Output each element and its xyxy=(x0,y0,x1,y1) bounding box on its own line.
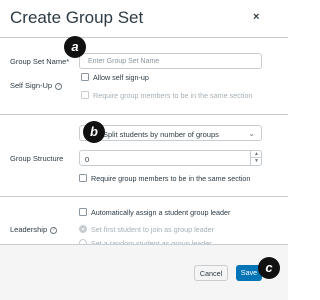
allow-self-signup-label: Allow self sign-up xyxy=(93,73,149,82)
require-same-section-checkbox-structure[interactable] xyxy=(79,174,87,182)
auto-assign-leader-checkbox[interactable] xyxy=(79,208,87,216)
group-structure-label: Group Structure xyxy=(10,154,64,163)
help-circle-icon[interactable]: ? xyxy=(55,82,63,90)
group-count-input[interactable]: 0 ▲ ▼ xyxy=(79,150,262,166)
section-divider-2 xyxy=(0,196,288,197)
chevron-down-icon[interactable]: ▼ xyxy=(251,158,262,165)
cancel-button[interactable]: Cancel xyxy=(194,265,228,281)
require-same-section-label-structure: Require group members to be in the same … xyxy=(91,174,251,183)
require-same-section-checkbox-signup[interactable] xyxy=(81,91,89,99)
group-count-value: 0 xyxy=(85,154,90,164)
self-signup-label-text: Self Sign-Up xyxy=(10,81,53,90)
group-set-name-label: Group Set Name* xyxy=(10,57,70,66)
annotation-marker-a: a xyxy=(64,36,86,58)
header-divider xyxy=(0,37,288,38)
leader-first-radio[interactable] xyxy=(79,225,87,233)
create-group-set-dialog: Create Group Set × Group Set Name* Enter… xyxy=(0,0,288,300)
leadership-label: Leadership? xyxy=(10,225,58,234)
group-set-name-placeholder: Enter Group Set Name xyxy=(88,58,160,65)
dialog-title: Create Group Set xyxy=(10,8,144,27)
chevron-up-icon[interactable]: ▲ xyxy=(251,151,262,158)
auto-assign-leader-label: Automatically assign a student group lea… xyxy=(91,208,231,217)
group-set-name-input[interactable]: Enter Group Set Name xyxy=(79,53,262,69)
leadership-label-text: Leadership xyxy=(10,225,48,234)
chevron-down-icon: ⌄ xyxy=(248,129,255,138)
leader-first-label: Set first student to join as group leade… xyxy=(91,225,215,234)
require-same-section-label-signup: Require group members to be in the same … xyxy=(93,91,253,100)
annotation-marker-c: c xyxy=(258,257,280,279)
allow-self-signup-checkbox[interactable] xyxy=(81,73,89,81)
help-circle-icon[interactable]: ? xyxy=(50,226,58,234)
group-structure-select[interactable]: Split students by number of groups ⌄ xyxy=(79,125,262,141)
self-signup-label: Self Sign-Up? xyxy=(10,81,63,90)
annotation-marker-b: b xyxy=(83,121,105,143)
group-structure-selected: Split students by number of groups xyxy=(103,129,219,139)
number-stepper: ▲ ▼ xyxy=(250,151,262,165)
section-divider-1 xyxy=(0,114,288,115)
dialog-footer: Cancel Save xyxy=(0,244,288,300)
close-icon[interactable]: × xyxy=(253,11,259,23)
